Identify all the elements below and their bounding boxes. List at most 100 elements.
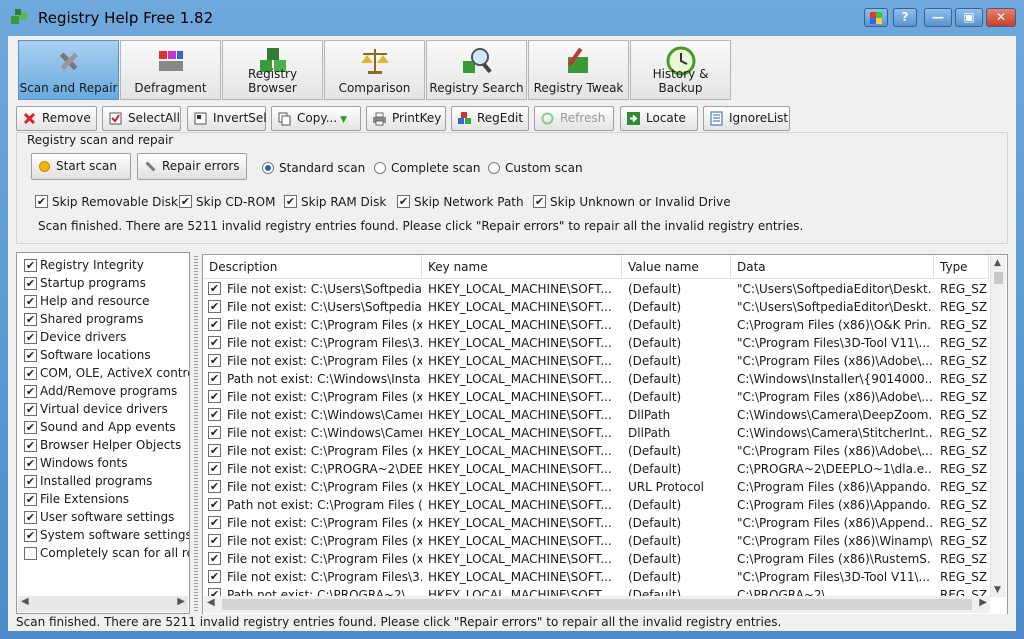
category-checkbox[interactable]: ✔ File Extensions [24, 491, 129, 509]
row-checkbox[interactable]: ✔ [208, 318, 221, 331]
category-checkbox[interactable]: ✔ Windows fonts [24, 455, 128, 473]
tab-registry-browser[interactable]: Registry Browser [222, 40, 323, 100]
row-checkbox[interactable]: ✔ [208, 426, 221, 439]
table-row[interactable]: ✔ Path not exist: C:\Program Files (... HK… [203, 496, 989, 514]
row-checkbox[interactable]: ✔ [208, 444, 221, 457]
table-row[interactable]: ✔ File not exist: C:\Program Files (x... H… [203, 478, 989, 496]
minimize-button[interactable]: — [924, 8, 952, 27]
category-checkbox[interactable]: ✔ Add/Remove programs [24, 383, 177, 401]
column-header[interactable]: Data [731, 255, 934, 279]
row-checkbox[interactable]: ✔ [208, 408, 221, 421]
maximize-button[interactable]: ▣ [955, 8, 983, 27]
category-checkbox[interactable]: ✔ Registry Integrity [24, 257, 144, 275]
column-header[interactable]: Type [934, 255, 989, 279]
start-scan-button[interactable]: Start scan [31, 153, 131, 180]
skip-ram-disk-checkbox[interactable]: ✔ Skip RAM Disk [284, 195, 386, 211]
skip-cdrom-checkbox[interactable]: ✔ Skip CD-ROM [179, 195, 275, 211]
table-row[interactable]: ✔ File not exist: C:\Program Files (x... H… [203, 388, 989, 406]
skip-removable-disk-checkbox[interactable]: ✔ Skip Removable Disk [35, 195, 178, 211]
scroll-left-icon[interactable]: ◀ [21, 596, 29, 607]
skin-button[interactable] [864, 8, 888, 27]
invert-selection-button[interactable]: InvertSel [187, 106, 267, 131]
row-checkbox[interactable]: ✔ [208, 516, 221, 529]
remove-button[interactable]: Remove [16, 106, 97, 131]
refresh-button[interactable]: Refresh [534, 106, 614, 131]
select-all-button[interactable]: SelectAll [102, 106, 181, 131]
row-checkbox[interactable]: ✔ [208, 282, 221, 295]
table-row[interactable]: ✔ File not exist: C:\Program Files (x... H… [203, 316, 989, 334]
complete-scan-radio[interactable]: Complete scan [374, 161, 480, 177]
table-row[interactable]: ✔ File not exist: C:\Program Files (x... H… [203, 532, 989, 550]
category-checkbox[interactable]: ✔ Installed programs [24, 473, 152, 491]
row-checkbox[interactable]: ✔ [208, 480, 221, 493]
row-checkbox[interactable]: ✔ [208, 336, 221, 349]
row-checkbox[interactable]: ✔ [208, 552, 221, 565]
scroll-right-icon[interactable]: ▶ [979, 597, 987, 608]
tab-history-backup[interactable]: History & Backup [630, 40, 731, 100]
tab-comparison[interactable]: Comparison [324, 40, 425, 100]
row-checkbox[interactable]: ✔ [208, 372, 221, 385]
scroll-thumb[interactable] [994, 272, 1003, 284]
ignore-list-button[interactable]: IgnoreList [703, 106, 790, 131]
row-checkbox[interactable]: ✔ [208, 570, 221, 583]
category-checkbox[interactable]: ✔ Startup programs [24, 275, 146, 293]
table-row[interactable]: ✔ File not exist: C:\Program Files\3... HK… [203, 568, 989, 586]
repair-errors-button[interactable]: Repair errors [137, 153, 247, 180]
table-row[interactable]: ✔ File not exist: C:\Program Files\3... HK… [203, 334, 989, 352]
tab-defragment[interactable]: Defragment [120, 40, 221, 100]
category-checkbox[interactable]: ✔ User software settings [24, 509, 174, 527]
row-checkbox[interactable]: ✔ [208, 300, 221, 313]
regedit-button[interactable]: RegEdit [451, 106, 529, 131]
scroll-right-icon[interactable]: ▶ [177, 596, 185, 607]
skip-unknown-drive-checkbox[interactable]: ✔ Skip Unknown or Invalid Drive [533, 195, 731, 211]
column-header[interactable]: Value name [622, 255, 731, 279]
row-checkbox[interactable]: ✔ [208, 354, 221, 367]
splitter[interactable] [194, 256, 198, 612]
table-row[interactable]: ✔ File not exist: C:\Users\Softpedia... HK… [203, 298, 989, 316]
custom-scan-radio[interactable]: Custom scan [488, 161, 583, 177]
category-checkbox[interactable]: Completely scan for all regi [24, 545, 189, 563]
table-row[interactable]: ✔ File not exist: C:\Windows\Camer... HKEY… [203, 424, 989, 442]
column-header[interactable]: Description [203, 255, 422, 279]
tab-registry-search[interactable]: Registry Search [426, 40, 527, 100]
category-checkbox[interactable]: ✔ Software locations [24, 347, 151, 365]
table-row[interactable]: ✔ Path not exist: C:\Windows\Insta... HKEY… [203, 370, 989, 388]
tab-registry-tweak[interactable]: Registry Tweak [528, 40, 629, 100]
horizontal-scrollbar[interactable]: ◀ ▶ [204, 596, 990, 613]
category-checkbox[interactable]: ✔ Help and resource [24, 293, 149, 311]
category-checkbox[interactable]: ✔ COM, OLE, ActiveX control [24, 365, 189, 383]
scroll-down-icon[interactable]: ▼ [994, 585, 1001, 595]
table-row[interactable]: ✔ File not exist: C:\Windows\Camer... HKEY… [203, 406, 989, 424]
category-checkbox[interactable]: ✔ Shared programs [24, 311, 144, 329]
vertical-scrollbar[interactable]: ▲ ▼ [990, 256, 1006, 597]
category-checkbox[interactable]: ✔ System software settings [24, 527, 189, 545]
scroll-left-icon[interactable]: ◀ [207, 597, 215, 608]
help-button[interactable]: ? [893, 8, 917, 27]
copy-dropdown-button[interactable]: Copy... ▼ [271, 106, 361, 131]
table-row[interactable]: ✔ File not exist: C:\PROGRA~2\DEE... HKEY_… [203, 460, 989, 478]
standard-scan-radio[interactable]: Standard scan [262, 161, 365, 177]
table-row[interactable]: ✔ File not exist: C:\Program Files (x... H… [203, 550, 989, 568]
row-checkbox[interactable]: ✔ [208, 462, 221, 475]
category-checkbox[interactable]: ✔ Device drivers [24, 329, 126, 347]
column-header[interactable]: Key name [422, 255, 622, 279]
close-button[interactable]: ✕ [986, 8, 1016, 27]
table-row[interactable]: ✔ File not exist: C:\Program Files (x... H… [203, 442, 989, 460]
category-checkbox[interactable]: ✔ Sound and App events [24, 419, 176, 437]
row-checkbox[interactable]: ✔ [208, 498, 221, 511]
category-checkbox[interactable]: ✔ Virtual device drivers [24, 401, 168, 419]
scroll-thumb[interactable] [222, 599, 972, 610]
print-key-button[interactable]: PrintKey [366, 106, 446, 131]
scroll-up-icon[interactable]: ▲ [994, 258, 1001, 268]
table-row[interactable]: ✔ File not exist: C:\Users\Softpedia... HK… [203, 280, 989, 298]
table-row[interactable]: ✔ File not exist: C:\Program Files (x... H… [203, 352, 989, 370]
skip-network-path-checkbox[interactable]: ✔ Skip Network Path [397, 195, 524, 211]
title-bar[interactable]: Registry Help Free 1.82 ? — ▣ ✕ [0, 0, 1024, 36]
category-checkbox[interactable]: ✔ Browser Helper Objects [24, 437, 181, 455]
table-row[interactable]: ✔ File not exist: C:\Program Files (x... H… [203, 514, 989, 532]
row-checkbox[interactable]: ✔ [208, 390, 221, 403]
tab-scan-and-repair[interactable]: Scan and Repair [18, 40, 119, 100]
row-checkbox[interactable]: ✔ [208, 534, 221, 547]
horizontal-scrollbar[interactable]: ◀ ▶ [18, 596, 188, 612]
locate-button[interactable]: Locate [620, 106, 698, 131]
